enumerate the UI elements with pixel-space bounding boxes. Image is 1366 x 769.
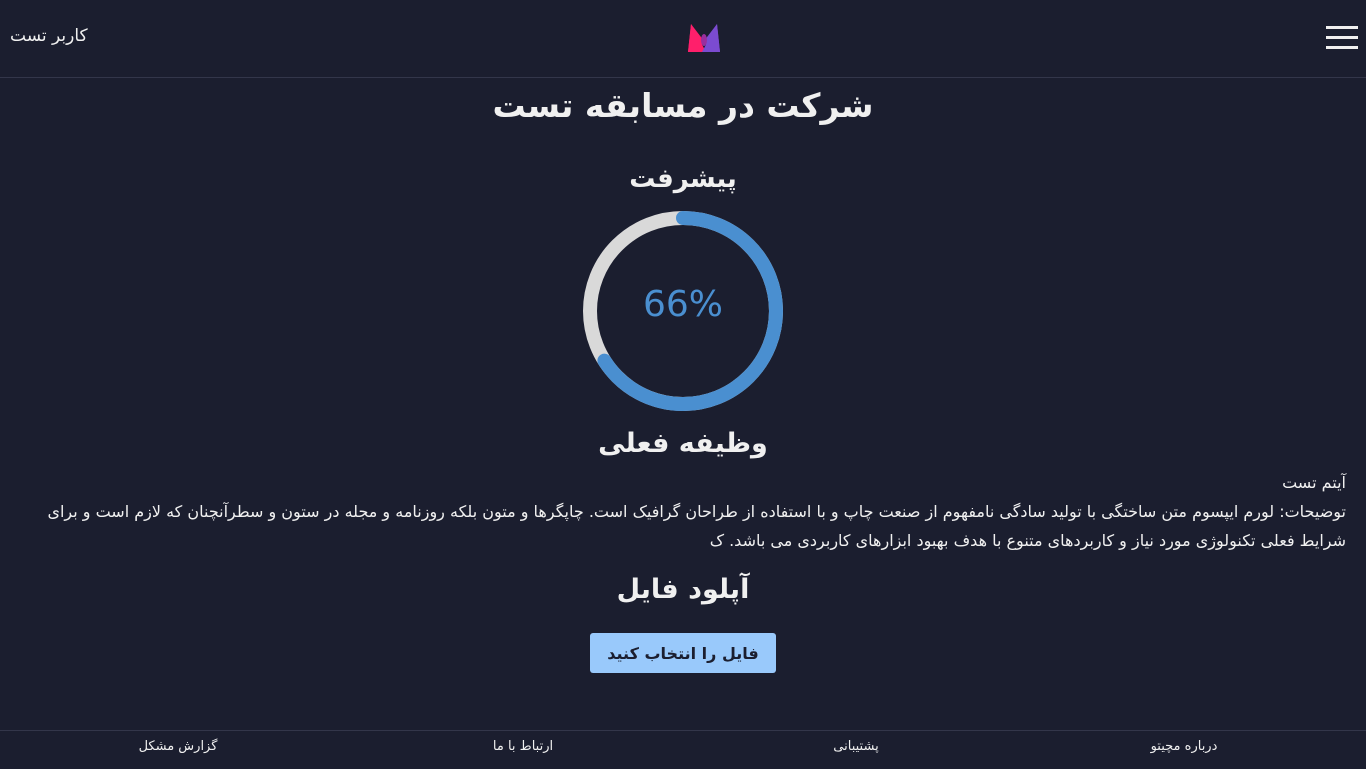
footer: درباره مچیتو پشتیبانی ارتباط با ما گزارش…	[0, 730, 1366, 769]
upload-heading: آپلود فایل	[616, 574, 750, 605]
task-details: آیتم تست توضیحات: لورم ایپسوم متن ساختگی…	[20, 468, 1346, 555]
progress-percent: 66%	[642, 284, 723, 325]
header: کاربر تست	[0, 0, 1366, 78]
user-name[interactable]: کاربر تست	[10, 26, 88, 46]
task-description: توضیحات: لورم ایپسوم متن ساختگی با تولید…	[47, 502, 1346, 550]
footer-link-about[interactable]: درباره مچیتو	[1084, 739, 1284, 754]
current-task-heading: وظیفه فعلی	[598, 428, 768, 459]
page-title: شرکت در مسابقه تست	[492, 86, 874, 125]
footer-link-contact[interactable]: ارتباط با ما	[423, 739, 623, 754]
progress-label: پیشرفت	[629, 164, 737, 194]
choose-file-button[interactable]: فایل را انتخاب کنید	[590, 633, 776, 673]
footer-link-support[interactable]: پشتیبانی	[756, 739, 956, 754]
magento-m-logo[interactable]	[688, 24, 720, 52]
footer-link-report[interactable]: گزارش مشکل	[78, 739, 278, 754]
task-item-title: آیتم تست	[1282, 473, 1346, 492]
hamburger-icon[interactable]	[1326, 26, 1358, 50]
